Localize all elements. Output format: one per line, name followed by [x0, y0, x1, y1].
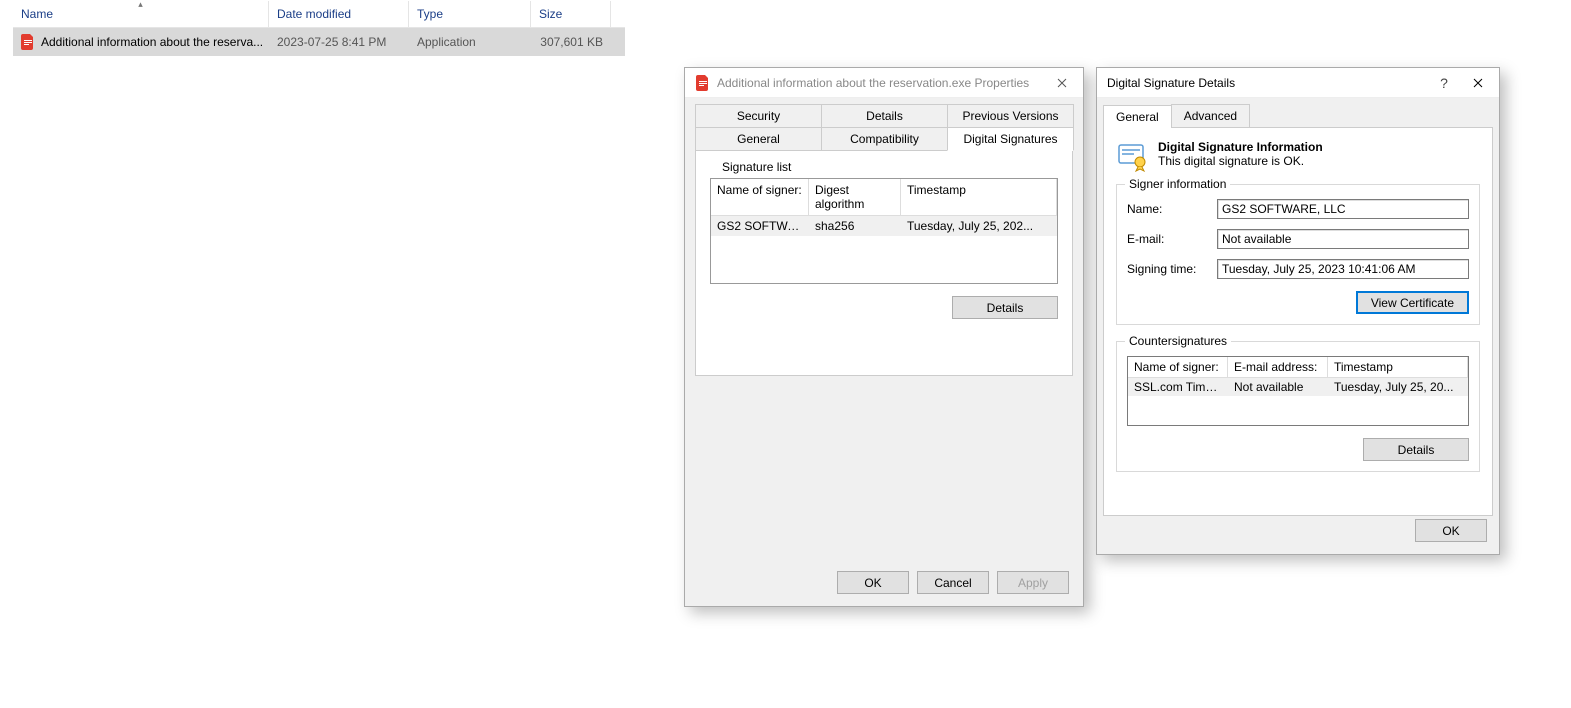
properties-titlebar[interactable]: Additional information about the reserva…: [685, 68, 1083, 98]
sort-ascending-icon: ▴: [138, 1, 143, 10]
value-signer-name[interactable]: GS2 SOFTWARE, LLC: [1217, 199, 1469, 219]
col-cs-timestamp[interactable]: Timestamp: [1328, 357, 1468, 378]
label-signing-time: Signing time:: [1127, 262, 1217, 276]
tab-digital-signatures[interactable]: Digital Signatures: [947, 127, 1074, 151]
signature-list[interactable]: Name of signer: Digest algorithm Timesta…: [710, 178, 1058, 284]
col-signer-name[interactable]: Name of signer:: [711, 179, 809, 215]
countersignature-details-button[interactable]: Details: [1363, 438, 1469, 461]
sigdetails-body: Digital Signature Information This digit…: [1103, 128, 1493, 516]
sigdetails-tabbar: General Advanced: [1103, 104, 1493, 128]
column-type[interactable]: Type: [409, 1, 531, 27]
countersignatures-group: Countersignatures Name of signer: E-mail…: [1116, 341, 1480, 472]
file-name: Additional information about the reserva…: [41, 35, 263, 49]
apply-button[interactable]: Apply: [997, 571, 1069, 594]
ok-button[interactable]: OK: [1415, 519, 1487, 542]
certificate-icon: [1116, 140, 1148, 172]
file-size: 307,601 KB: [531, 35, 611, 49]
label-signer-name: Name:: [1127, 202, 1217, 216]
tab-compatibility[interactable]: Compatibility: [821, 127, 948, 151]
column-name-label: Name: [21, 7, 53, 21]
cell-cs-signer: SSL.com Timesta...: [1128, 378, 1228, 396]
close-icon: [1473, 78, 1483, 88]
close-button[interactable]: [1045, 71, 1079, 95]
file-explorer-header: ▴ Name Date modified Type Size: [13, 0, 625, 28]
signature-details-dialog: Digital Signature Details ? General Adva…: [1096, 67, 1500, 555]
properties-tabbar: Security Details Previous Versions Gener…: [695, 104, 1073, 150]
sigdetails-titlebar[interactable]: Digital Signature Details ?: [1097, 68, 1499, 98]
file-type: Application: [409, 35, 531, 49]
sigdetails-title: Digital Signature Details: [1107, 76, 1427, 90]
value-signer-email[interactable]: Not available: [1217, 229, 1469, 249]
sigdetails-header-title: Digital Signature Information: [1158, 140, 1323, 154]
tab-general[interactable]: General: [695, 127, 822, 151]
close-button[interactable]: [1461, 71, 1495, 95]
sigdetails-header-sub: This digital signature is OK.: [1158, 154, 1304, 168]
ok-button[interactable]: OK: [837, 571, 909, 594]
properties-dialog: Additional information about the reserva…: [684, 67, 1084, 607]
tab-security[interactable]: Security: [695, 104, 822, 128]
tab-general[interactable]: General: [1103, 105, 1172, 128]
cell-signer-name: GS2 SOFTWAR...: [711, 216, 809, 236]
column-size[interactable]: Size: [531, 1, 611, 27]
cell-digest-algo: sha256: [809, 216, 901, 236]
help-button[interactable]: ?: [1427, 71, 1461, 95]
cancel-button[interactable]: Cancel: [917, 571, 989, 594]
file-explorer-list: ▴ Name Date modified Type Size Additiona…: [13, 0, 625, 56]
exe-file-icon: [21, 34, 35, 50]
tab-details[interactable]: Details: [821, 104, 948, 128]
signature-details-button[interactable]: Details: [952, 296, 1058, 319]
signature-list-group: Signature list Name of signer: Digest al…: [710, 168, 1058, 319]
sigdetails-header: Digital Signature Information This digit…: [1116, 140, 1480, 172]
properties-title: Additional information about the reserva…: [717, 76, 1045, 90]
countersignatures-label: Countersignatures: [1125, 334, 1231, 348]
col-cs-signer[interactable]: Name of signer:: [1128, 357, 1228, 378]
close-icon: [1057, 78, 1067, 88]
file-date: 2023-07-25 8:41 PM: [269, 35, 409, 49]
signer-information-group: Signer information Name: GS2 SOFTWARE, L…: [1116, 184, 1480, 325]
tab-previous-versions[interactable]: Previous Versions: [947, 104, 1074, 128]
file-list-row[interactable]: Additional information about the reserva…: [13, 28, 625, 56]
countersignature-row[interactable]: SSL.com Timesta... Not available Tuesday…: [1128, 378, 1468, 396]
cell-cs-timestamp: Tuesday, July 25, 20...: [1328, 378, 1468, 396]
col-cs-email[interactable]: E-mail address:: [1228, 357, 1328, 378]
label-signer-email: E-mail:: [1127, 232, 1217, 246]
signature-list-label: Signature list: [718, 160, 795, 174]
col-digest-algo[interactable]: Digest algorithm: [809, 179, 901, 215]
countersignatures-table[interactable]: Name of signer: E-mail address: Timestam…: [1127, 356, 1469, 426]
signature-list-row[interactable]: GS2 SOFTWAR... sha256 Tuesday, July 25, …: [711, 216, 1057, 236]
exe-file-icon: [695, 75, 711, 91]
value-signing-time[interactable]: Tuesday, July 25, 2023 10:41:06 AM: [1217, 259, 1469, 279]
view-certificate-button[interactable]: View Certificate: [1356, 291, 1469, 314]
col-timestamp[interactable]: Timestamp: [901, 179, 1057, 215]
digital-signatures-page: Signature list Name of signer: Digest al…: [695, 150, 1073, 376]
column-date-modified[interactable]: Date modified: [269, 1, 409, 27]
help-icon: ?: [1440, 75, 1448, 91]
column-name[interactable]: ▴ Name: [13, 1, 269, 27]
cell-cs-email: Not available: [1228, 378, 1328, 396]
signer-information-label: Signer information: [1125, 177, 1230, 191]
tab-advanced[interactable]: Advanced: [1171, 104, 1250, 127]
cell-timestamp: Tuesday, July 25, 202...: [901, 216, 1057, 236]
signature-list-header: Name of signer: Digest algorithm Timesta…: [711, 179, 1057, 216]
